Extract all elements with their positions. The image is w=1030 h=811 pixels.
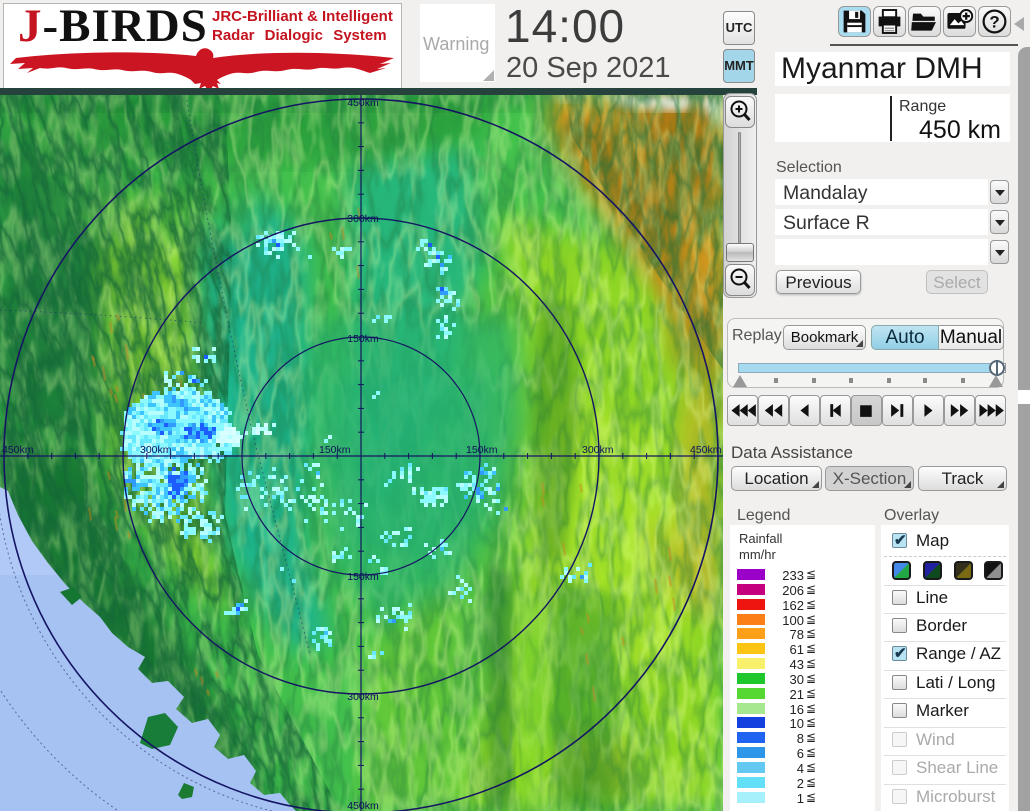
svg-text:450km: 450km [347, 97, 379, 109]
svg-text:150km: 150km [347, 571, 379, 583]
svg-text:300km: 300km [347, 213, 379, 225]
svg-text:300km: 300km [582, 444, 614, 456]
svg-text:450km: 450km [2, 444, 34, 456]
svg-text:?: ? [989, 13, 999, 32]
svg-text:450km: 450km [690, 444, 722, 456]
svg-text:450km: 450km [347, 800, 379, 811]
svg-text:150km: 150km [347, 333, 379, 345]
svg-text:150km: 150km [466, 444, 498, 456]
svg-text:300km: 300km [140, 444, 172, 456]
svg-text:150km: 150km [319, 444, 351, 456]
svg-text:300km: 300km [347, 691, 379, 703]
